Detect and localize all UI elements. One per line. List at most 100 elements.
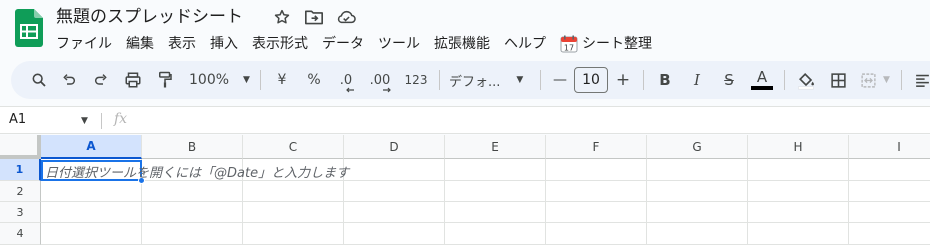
italic-button[interactable]: I	[681, 66, 713, 94]
strikethrough-button[interactable]: S	[713, 66, 745, 94]
menu-data[interactable]: データ	[315, 32, 371, 56]
menu-file[interactable]: ファイル	[49, 32, 119, 56]
cell-f2[interactable]	[546, 181, 647, 202]
borders-icon	[830, 72, 846, 88]
cell-e3[interactable]	[445, 202, 546, 223]
column-header-a[interactable]: A	[41, 135, 142, 159]
text-color-button[interactable]: A	[745, 66, 779, 94]
row-header-1[interactable]: 1	[0, 159, 41, 181]
cell-i1[interactable]	[849, 159, 930, 181]
move-folder-icon[interactable]	[304, 7, 324, 27]
percent-format-button[interactable]: %	[298, 66, 330, 94]
cell-c4[interactable]	[243, 223, 344, 245]
fx-icon: fx	[114, 111, 128, 127]
print-icon	[125, 72, 141, 88]
currency-format-button[interactable]: ¥	[266, 66, 298, 94]
font-size-input[interactable]: 10	[574, 67, 608, 93]
row-header-2[interactable]: 2	[0, 181, 41, 202]
cell-h4[interactable]	[748, 223, 849, 245]
document-title[interactable]: 無題のスプレッドシート	[56, 5, 243, 29]
zoom-select[interactable]: 100% ▼	[185, 66, 255, 94]
menu-edit[interactable]: 編集	[119, 32, 161, 56]
menu-view[interactable]: 表示	[161, 32, 203, 56]
increase-font-size-button[interactable]: +	[608, 66, 638, 94]
calendar-icon: 17	[560, 35, 578, 53]
cell-f4[interactable]	[546, 223, 647, 245]
decrease-decimal-button[interactable]: .0	[330, 66, 362, 94]
paint-format-icon	[159, 71, 172, 88]
align-left-icon	[915, 74, 929, 87]
cell-g3[interactable]	[647, 202, 748, 223]
cell-c2[interactable]	[243, 181, 344, 202]
column-header-b[interactable]: B	[142, 135, 243, 159]
column-header-h[interactable]: H	[748, 135, 849, 159]
column-header-e[interactable]: E	[445, 135, 546, 159]
cell-h3[interactable]	[748, 202, 849, 223]
cell-a4[interactable]	[41, 223, 142, 245]
print-button[interactable]	[117, 66, 149, 94]
column-header-c[interactable]: C	[243, 135, 344, 159]
chevron-down-icon[interactable]: ▼	[81, 116, 88, 126]
date-picker-hint: 日付選択ツールを開くには「@Date」と入力します	[45, 166, 350, 181]
toolbar-divider	[643, 70, 644, 90]
row-header-4[interactable]: 4	[0, 223, 41, 245]
cloud-saved-icon[interactable]	[336, 7, 356, 27]
font-family-select[interactable]: デフォ... ▼	[445, 66, 535, 94]
column-header-f[interactable]: F	[546, 135, 647, 159]
text-color-swatch	[751, 86, 773, 90]
select-all-corner[interactable]	[0, 135, 41, 159]
more-formats-button[interactable]: 123	[398, 66, 434, 94]
search-menus-button[interactable]	[25, 66, 53, 94]
borders-button[interactable]	[822, 66, 854, 94]
cell-i4[interactable]	[849, 223, 930, 245]
cell-i3[interactable]	[849, 202, 930, 223]
cell-d4[interactable]	[344, 223, 445, 245]
cell-f1[interactable]	[546, 159, 647, 181]
column-header-g[interactable]: G	[647, 135, 748, 159]
horizontal-align-button[interactable]	[907, 66, 930, 94]
star-icon[interactable]	[272, 7, 292, 27]
cell-i2[interactable]	[849, 181, 930, 202]
cell-h1[interactable]	[748, 159, 849, 181]
cell-c3[interactable]	[243, 202, 344, 223]
cell-b3[interactable]	[142, 202, 243, 223]
menu-tools[interactable]: ツール	[371, 32, 427, 56]
cell-h2[interactable]	[748, 181, 849, 202]
name-box[interactable]: A1	[9, 112, 26, 127]
cell-e4[interactable]	[445, 223, 546, 245]
cell-g2[interactable]	[647, 181, 748, 202]
increase-decimal-button[interactable]: .00	[362, 66, 398, 94]
paint-format-button[interactable]	[149, 66, 181, 94]
toolbar-divider	[784, 70, 785, 90]
menu-sheet-organize-label: シート整理	[582, 36, 652, 52]
cell-e1[interactable]	[445, 159, 546, 181]
cell-b2[interactable]	[142, 181, 243, 202]
bold-button[interactable]: B	[649, 66, 681, 94]
cell-e2[interactable]	[445, 181, 546, 202]
cell-a2[interactable]	[41, 181, 142, 202]
menu-help[interactable]: ヘルプ	[497, 32, 553, 56]
menu-bar: ファイル 編集 表示 挿入 表示形式 データ ツール 拡張機能 ヘルプ 17 シ…	[49, 32, 659, 56]
cell-b4[interactable]	[142, 223, 243, 245]
menu-insert[interactable]: 挿入	[203, 32, 245, 56]
menu-sheet-organize[interactable]: 17 シート整理	[553, 32, 659, 56]
column-header-i[interactable]: I	[849, 135, 930, 159]
column-header-d[interactable]: D	[344, 135, 445, 159]
cell-a3[interactable]	[41, 202, 142, 223]
fill-color-button[interactable]	[790, 66, 822, 94]
cell-d1[interactable]	[344, 159, 445, 181]
text-color-label: A	[756, 68, 768, 86]
menu-extensions[interactable]: 拡張機能	[427, 32, 497, 56]
row-header-3[interactable]: 3	[0, 202, 41, 223]
search-icon	[32, 73, 46, 87]
sheets-logo-icon[interactable]	[15, 9, 43, 47]
undo-button[interactable]	[53, 66, 85, 94]
cell-d3[interactable]	[344, 202, 445, 223]
cell-f3[interactable]	[546, 202, 647, 223]
cell-d2[interactable]	[344, 181, 445, 202]
menu-format[interactable]: 表示形式	[245, 32, 315, 56]
redo-button[interactable]	[85, 66, 117, 94]
decrease-font-size-button[interactable]: —	[546, 66, 574, 94]
cell-g4[interactable]	[647, 223, 748, 245]
cell-g1[interactable]	[647, 159, 748, 181]
